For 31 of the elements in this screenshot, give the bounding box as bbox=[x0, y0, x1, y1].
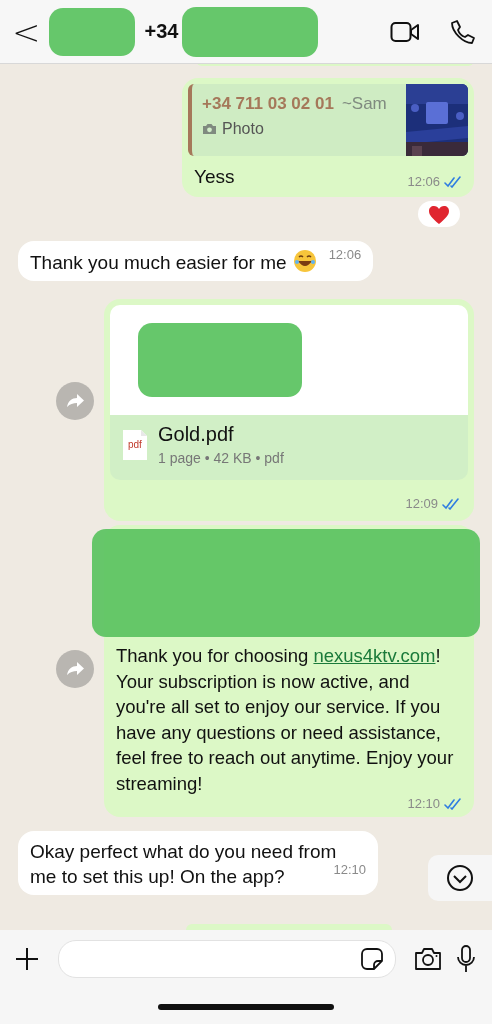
sticker-icon[interactable] bbox=[361, 948, 383, 970]
camera-icon bbox=[202, 123, 217, 135]
file-type-label: pdf bbox=[128, 439, 142, 450]
message-time: 12:06 bbox=[328, 247, 362, 262]
quote-author: +34 711 03 02 01 bbox=[202, 94, 334, 114]
scroll-down-button[interactable] bbox=[428, 855, 492, 901]
message-text: Thank you for choosing nexus4ktv.com! Your subscription is now active, and you're all set to enjoy our service. If you have any questions or need assistance, feel free to reach out anytime. Enjoy your streaming! bbox=[116, 644, 455, 796]
document-icon bbox=[122, 428, 148, 461]
contact-phone: +34 bbox=[144, 20, 179, 43]
back-button[interactable]: < bbox=[10, 14, 43, 49]
message-time: 12:06 bbox=[407, 174, 440, 189]
file-name: Gold.pdf bbox=[158, 423, 235, 446]
document-file[interactable]: pdf Gold.pdf 1 page • 42 KB • pdf bbox=[110, 415, 468, 480]
message-input[interactable] bbox=[58, 940, 396, 978]
camera-button[interactable] bbox=[414, 947, 442, 971]
message-time: 12:10 bbox=[407, 796, 440, 811]
video-call-icon[interactable] bbox=[390, 20, 420, 43]
message-time: 12:09 bbox=[405, 496, 438, 511]
heart-icon bbox=[428, 205, 450, 225]
message-text: Thank you much easier for me bbox=[30, 252, 287, 273]
file-details: 1 page • 42 KB • pdf bbox=[158, 450, 284, 466]
message-text: Yess bbox=[194, 165, 235, 189]
quote-media-label: Photo bbox=[222, 120, 264, 138]
microphone-button[interactable] bbox=[456, 945, 476, 973]
link[interactable]: nexus4ktv.com bbox=[313, 645, 436, 666]
add-button[interactable] bbox=[14, 946, 40, 972]
laughing-emoji-icon bbox=[292, 249, 317, 273]
phone-call-icon[interactable] bbox=[450, 18, 476, 45]
reaction-badge[interactable] bbox=[418, 201, 460, 227]
quoted-message[interactable]: +34 711 03 02 01 ~Sam Photo bbox=[188, 84, 468, 156]
quote-sender: ~Sam bbox=[341, 94, 387, 114]
